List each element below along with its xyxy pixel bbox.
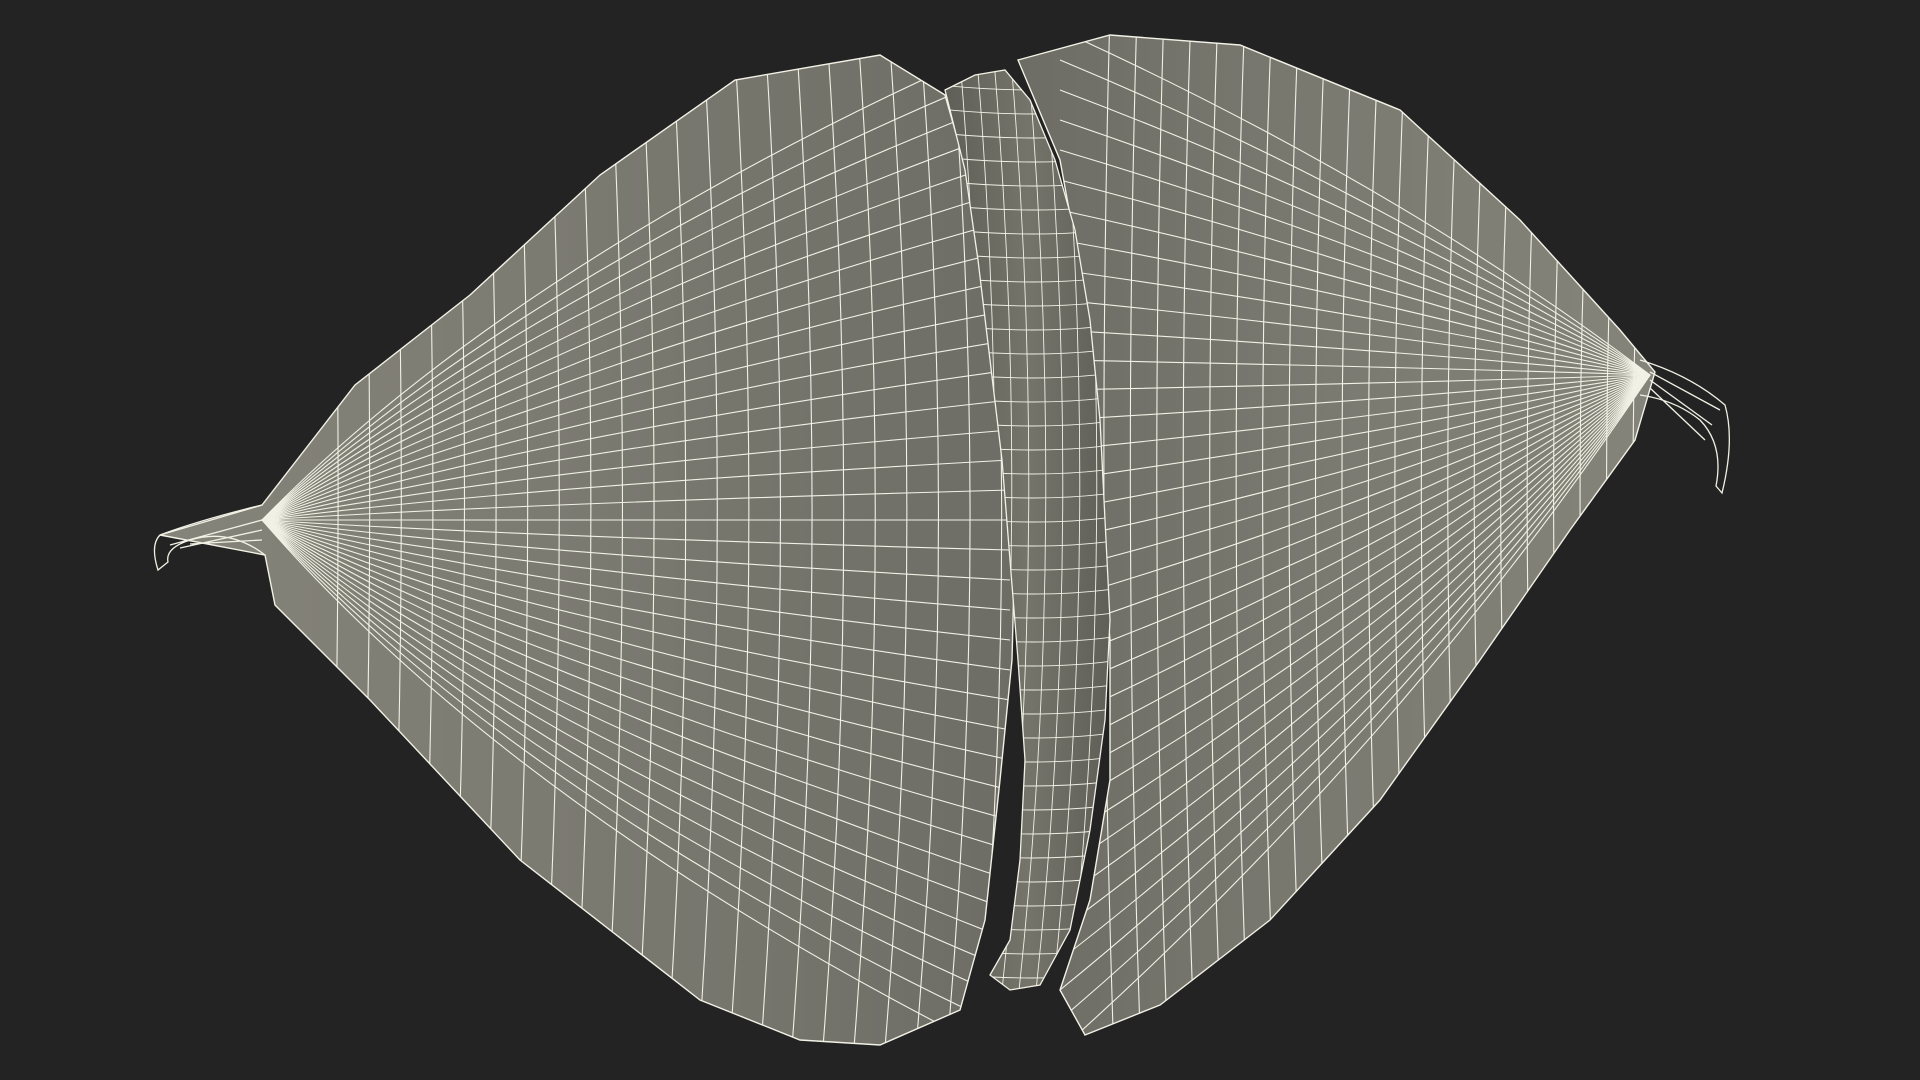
wireframe-render xyxy=(0,0,1920,1080)
render-viewport[interactable] xyxy=(0,0,1920,1080)
